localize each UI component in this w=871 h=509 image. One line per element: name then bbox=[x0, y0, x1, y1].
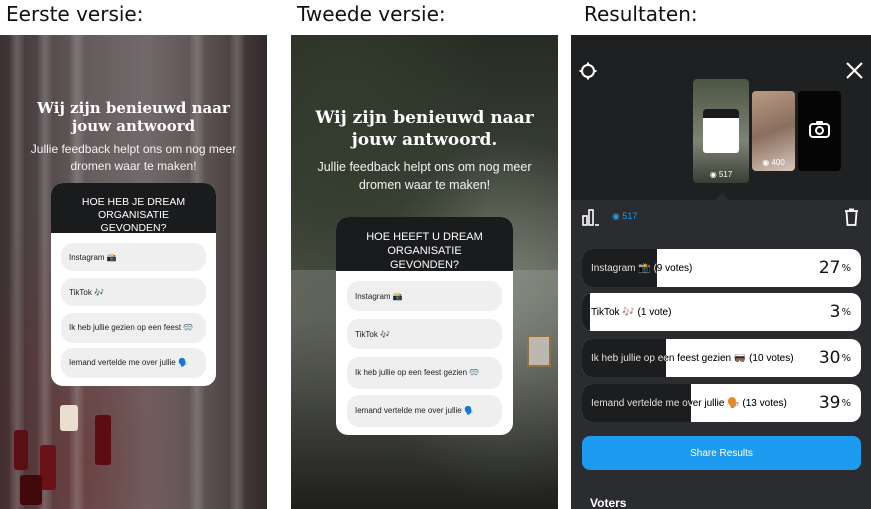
voters-heading: Voters bbox=[590, 496, 627, 509]
percent-sign: % bbox=[841, 262, 851, 274]
percent-sign: % bbox=[841, 352, 851, 364]
question-sticker: HOE HEEFT U DREAM ORGANISATIE GEVONDEN? … bbox=[336, 217, 513, 435]
story-version-two: Wij zijn benieuwd naar jouw antwoord. Ju… bbox=[291, 35, 558, 509]
poll-option-tiktok[interactable]: TikTok 🎶 bbox=[347, 319, 502, 349]
poll-result-percentage: 3% bbox=[830, 293, 851, 331]
thumbnail-view-count: 517 bbox=[718, 170, 733, 179]
poll-option-instagram[interactable]: Instagram 📸 bbox=[61, 243, 206, 271]
poll-result-row[interactable]: Iemand vertelde me over jullie 🗣️ (13 vo… bbox=[582, 384, 861, 422]
question-text: HOE HEEFT U DREAM ORGANISATIE GEVONDEN? bbox=[336, 217, 513, 271]
poll-result-label: TikTok 🎶 (1 vote) bbox=[591, 306, 672, 318]
poll-result-percentage: 27% bbox=[819, 249, 851, 287]
poll-option-feest[interactable]: Ik heb jullie op een feest gezien 🥽 bbox=[347, 357, 502, 389]
settings-gear-icon[interactable] bbox=[579, 62, 597, 80]
poll-option-mond-tot-mond[interactable]: Iemand vertelde me over jullie 🗣️ bbox=[347, 395, 502, 427]
eye-icon: ◉ bbox=[612, 211, 620, 221]
story-thumbnail-active[interactable]: ◉ 517 bbox=[693, 79, 749, 183]
bar-chart-icon[interactable] bbox=[582, 208, 600, 226]
percentage-value: 39 bbox=[818, 393, 841, 413]
caption-first-version: Eerste versie: bbox=[6, 2, 144, 26]
story-title: Wij zijn benieuwd naar jouw antwoord. bbox=[315, 108, 534, 150]
poll-result-fill bbox=[582, 293, 590, 331]
story-version-one: Wij zijn benieuwd naar jouw antwoord Jul… bbox=[0, 35, 267, 509]
percent-sign: % bbox=[841, 306, 851, 318]
add-story-thumbnail[interactable] bbox=[798, 91, 841, 171]
eye-icon: ◉ bbox=[762, 158, 770, 167]
percent-sign: % bbox=[841, 397, 851, 409]
poll-option-tiktok[interactable]: TikTok 🎶 bbox=[61, 278, 206, 306]
share-results-button[interactable]: Share Results bbox=[582, 436, 861, 470]
story-subtitle: Jullie feedback helpt ons om nog meer dr… bbox=[317, 160, 532, 192]
caption-second-version: Tweede versie: bbox=[297, 2, 446, 26]
total-view-count: 517 bbox=[622, 211, 638, 221]
trash-icon[interactable] bbox=[844, 208, 859, 226]
percentage-value: 3 bbox=[829, 302, 841, 322]
close-icon[interactable] bbox=[846, 62, 863, 79]
poll-result-percentage: 39% bbox=[819, 384, 851, 422]
poll-option-mond-tot-mond[interactable]: Iemand vertelde me over jullie 🗣️ bbox=[61, 348, 206, 378]
caption-results: Resultaten: bbox=[584, 2, 698, 26]
poll-result-percentage: 30% bbox=[819, 339, 851, 377]
poll-result-row[interactable]: TikTok 🎶 (1 vote) 3% bbox=[582, 293, 861, 331]
poll-result-label: Iemand vertelde me over jullie 🗣️ (13 vo… bbox=[591, 397, 787, 409]
story-title: Wij zijn benieuwd naar jouw antwoord bbox=[37, 99, 230, 135]
poll-option-feest[interactable]: Ik heb jullie gezien op een feest 🥽 bbox=[61, 313, 206, 343]
poll-option-instagram[interactable]: Instagram 📸 bbox=[347, 281, 502, 311]
percentage-value: 30 bbox=[818, 348, 841, 368]
question-text: HOE HEB JE DREAM ORGANISATIE GEVONDEN? bbox=[51, 183, 216, 234]
results-panel: ◉ 517 ◉ 400 ◉ 517 Instagram 📸 (9 votes) 2… bbox=[571, 35, 871, 509]
story-thumbnail-second[interactable]: ◉ 400 bbox=[752, 91, 795, 171]
eye-icon: ◉ bbox=[709, 170, 717, 179]
thumbnail-view-count: 400 bbox=[771, 158, 785, 167]
question-sticker: HOE HEB JE DREAM ORGANISATIE GEVONDEN? I… bbox=[51, 183, 216, 386]
poll-result-row[interactable]: Ik heb jullie op een feest gezien 🥽 (10 … bbox=[582, 339, 861, 377]
story-subtitle: Jullie feedback helpt ons om nog meer dr… bbox=[30, 142, 237, 173]
poll-result-label: Instagram 📸 (9 votes) bbox=[591, 262, 693, 274]
poll-result-row[interactable]: Instagram 📸 (9 votes) 27% bbox=[582, 249, 861, 287]
camera-icon bbox=[809, 121, 830, 138]
poll-result-label: Ik heb jullie op een feest gezien 🥽 (10 … bbox=[591, 352, 794, 364]
percentage-value: 27 bbox=[818, 258, 841, 278]
